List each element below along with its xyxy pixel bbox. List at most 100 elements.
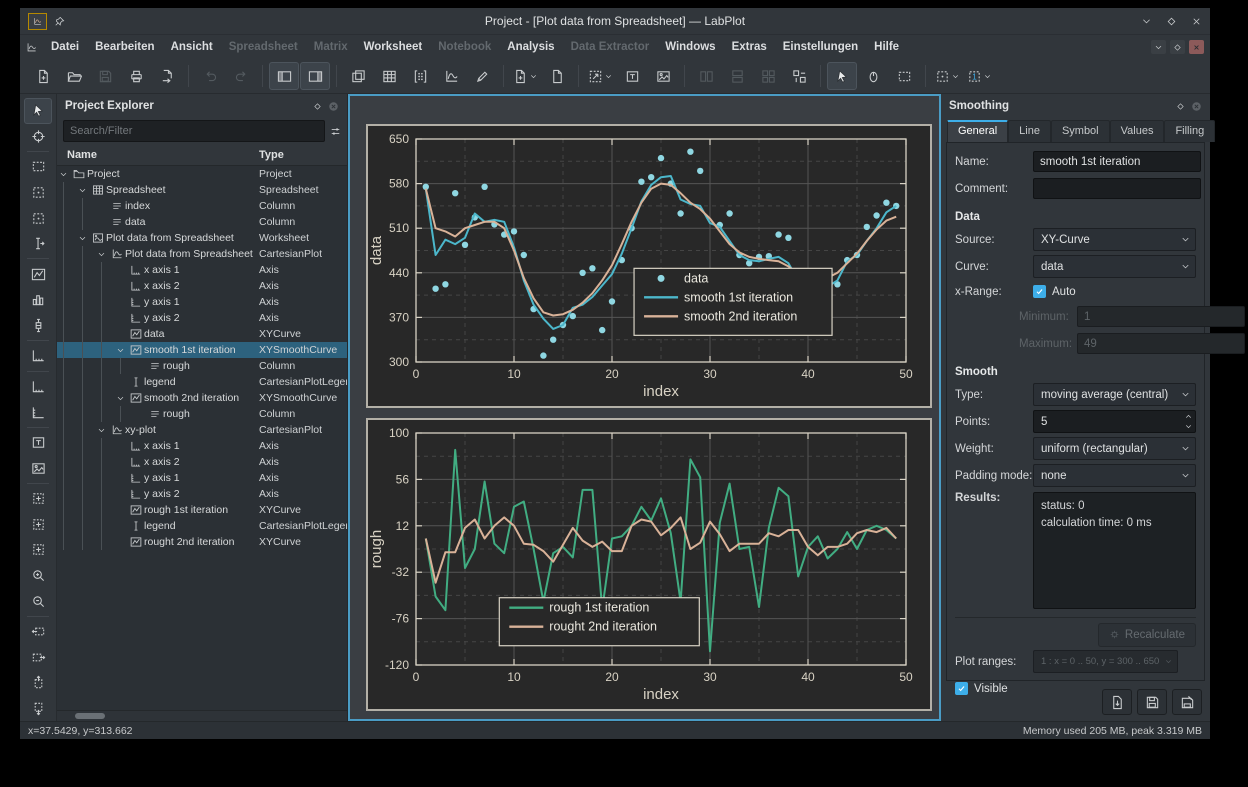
menu-ansicht[interactable]: Ansicht (163, 38, 221, 56)
tree-item-y-axis-1[interactable]: y axis 1Axis (57, 294, 347, 310)
magnification-button[interactable] (932, 62, 963, 90)
add-histogram-button[interactable] (24, 287, 52, 313)
minimize-button[interactable] (1141, 16, 1152, 27)
tree-item-x-axis-2[interactable]: x axis 2Axis (57, 278, 347, 294)
visible-checkbox[interactable] (955, 682, 968, 695)
tree-item-smooth-2nd-iteration[interactable]: smooth 2nd iterationXYSmoothCurve (57, 390, 347, 406)
search-input[interactable] (63, 120, 325, 142)
menu-datei[interactable]: Datei (43, 38, 87, 56)
tab-values[interactable]: Values (1110, 120, 1165, 142)
close-panel-icon[interactable] (1191, 101, 1202, 112)
tree-item-rough[interactable]: roughColumn (57, 406, 347, 422)
tree-item-y-axis-2[interactable]: y axis 2Axis (57, 310, 347, 326)
select-mode-button[interactable] (827, 62, 857, 90)
cartesian-plot-1[interactable]: 01020304050300370440510580650indexdatada… (366, 124, 932, 408)
new-matrix-button[interactable] (405, 62, 435, 90)
tree-item-y-axis-2[interactable]: y axis 2Axis (57, 486, 347, 502)
worksheet-view[interactable]: 01020304050300370440510580650indexdatada… (348, 94, 941, 721)
menu-extras[interactable]: Extras (724, 38, 775, 56)
tree-item-legend[interactable]: legendCartesianPlotLegend (57, 374, 347, 390)
shift-down-y-button[interactable] (24, 696, 52, 722)
tree-item-x-axis-2[interactable]: x axis 2Axis (57, 454, 347, 470)
plot1-canvas[interactable]: 01020304050300370440510580650indexdatada… (368, 126, 926, 402)
tree-item-rough-1st-iteration[interactable]: rough 1st iterationXYCurve (57, 502, 347, 518)
new-project-button[interactable] (28, 62, 58, 90)
new-workbook-button[interactable] (343, 62, 373, 90)
tree-item-spreadsheet[interactable]: SpreadsheetSpreadsheet (57, 182, 347, 198)
add-text-frame-button[interactable] (617, 62, 647, 90)
shift-right-x-button[interactable] (24, 644, 52, 670)
new-plot-button[interactable] (436, 62, 466, 90)
float-panel-icon[interactable] (1176, 102, 1185, 111)
add-axis-button[interactable] (24, 343, 52, 369)
tab-line[interactable]: Line (1008, 120, 1051, 142)
source-dropdown[interactable]: XY-Curve (1033, 228, 1196, 251)
add-y-axis-button[interactable] (24, 399, 52, 425)
add-x-axis-button[interactable] (24, 374, 52, 400)
menu-einstellungen[interactable]: Einstellungen (775, 38, 866, 56)
zoom-y-select-button[interactable] (24, 205, 52, 231)
auto-checkbox[interactable] (1033, 285, 1046, 298)
tab-symbol[interactable]: Symbol (1051, 120, 1110, 142)
menu-bearbeiten[interactable]: Bearbeiten (87, 38, 162, 56)
zoom-select-mode-button[interactable] (889, 62, 919, 90)
zoom-in-button[interactable] (24, 563, 52, 589)
scrollbar-thumb[interactable] (75, 713, 105, 719)
zoom-select-button[interactable] (24, 154, 52, 180)
close-button[interactable] (1191, 16, 1202, 27)
tree-item-data[interactable]: dataXYCurve (57, 326, 347, 342)
mdi-restore-button[interactable] (1170, 40, 1185, 54)
float-panel-icon[interactable] (313, 102, 322, 111)
new-worksheet-button[interactable] (510, 62, 541, 90)
tab-general[interactable]: General (947, 120, 1008, 142)
menu-windows[interactable]: Windows (657, 38, 723, 56)
curve-dropdown[interactable]: data (1033, 255, 1196, 278)
plot2-canvas[interactable]: 01020304050-120-76-321256100indexroughro… (368, 420, 926, 705)
points-spinner[interactable]: 5 (1033, 410, 1196, 433)
type-dropdown[interactable]: moving average (central) (1033, 383, 1196, 406)
new-folder-button[interactable] (542, 62, 572, 90)
tree-item-data[interactable]: dataColumn (57, 214, 347, 230)
tree-item-smooth-1st-iteration[interactable]: smooth 1st iterationXYSmoothCurve (57, 342, 347, 358)
filter-icon[interactable] (330, 126, 341, 137)
zoom-x-select-button[interactable] (24, 180, 52, 206)
menu-analysis[interactable]: Analysis (499, 38, 562, 56)
add-boxplot-button[interactable] (24, 313, 52, 339)
mdi-close-button[interactable] (1189, 40, 1204, 54)
tree-item-x-axis-1[interactable]: x axis 1Axis (57, 438, 347, 454)
padding-mode-dropdown[interactable]: none (1033, 464, 1196, 487)
tree-item-index[interactable]: indexColumn (57, 198, 347, 214)
toggle-properties-button[interactable] (300, 62, 330, 90)
auto-scale-button[interactable] (24, 486, 52, 512)
shift-left-x-button[interactable] (24, 619, 52, 645)
menu-hilfe[interactable]: Hilfe (866, 38, 907, 56)
name-field[interactable] (1033, 151, 1201, 172)
crosshair-cursor-button[interactable] (24, 124, 52, 150)
auto-scale-x-button[interactable] (24, 512, 52, 538)
select-button[interactable] (24, 98, 52, 124)
tree-item-rought-2nd-iteration[interactable]: rought 2nd iterationXYCurve (57, 534, 347, 550)
export-button[interactable] (152, 62, 182, 90)
cartesian-plot-2[interactable]: 01020304050-120-76-321256100indexroughro… (366, 418, 932, 711)
tree-item-y-axis-1[interactable]: y axis 1Axis (57, 470, 347, 486)
toggle-project-explorer-button[interactable] (269, 62, 299, 90)
open-project-button[interactable] (59, 62, 89, 90)
tree-column-headers[interactable]: Name Type (57, 144, 347, 166)
cursor-button[interactable] (24, 231, 52, 257)
pin-icon[interactable] (54, 16, 65, 27)
tree-item-plot-data-from-spreadsheet[interactable]: Plot data from SpreadsheetCartesianPlot (57, 246, 347, 262)
tree-item-legend[interactable]: legendCartesianPlotLegend (57, 518, 347, 534)
menu-worksheet[interactable]: Worksheet (356, 38, 431, 56)
new-spreadsheet-button[interactable] (374, 62, 404, 90)
tree-item-project[interactable]: ProjectProject (57, 166, 347, 182)
zoom-mode-button[interactable] (585, 62, 616, 90)
auto-scale-y-button[interactable] (24, 537, 52, 563)
add-image-button[interactable] (648, 62, 678, 90)
add-image-button[interactable] (24, 455, 52, 481)
add-xy-curve-button[interactable] (24, 261, 52, 287)
break-layout-button[interactable] (784, 62, 814, 90)
cartesian-plot-range-button[interactable]: 1 (964, 62, 995, 90)
tree-item-x-axis-1[interactable]: x axis 1Axis (57, 262, 347, 278)
mdi-minimize-button[interactable] (1151, 40, 1166, 54)
comment-field[interactable] (1033, 178, 1201, 199)
